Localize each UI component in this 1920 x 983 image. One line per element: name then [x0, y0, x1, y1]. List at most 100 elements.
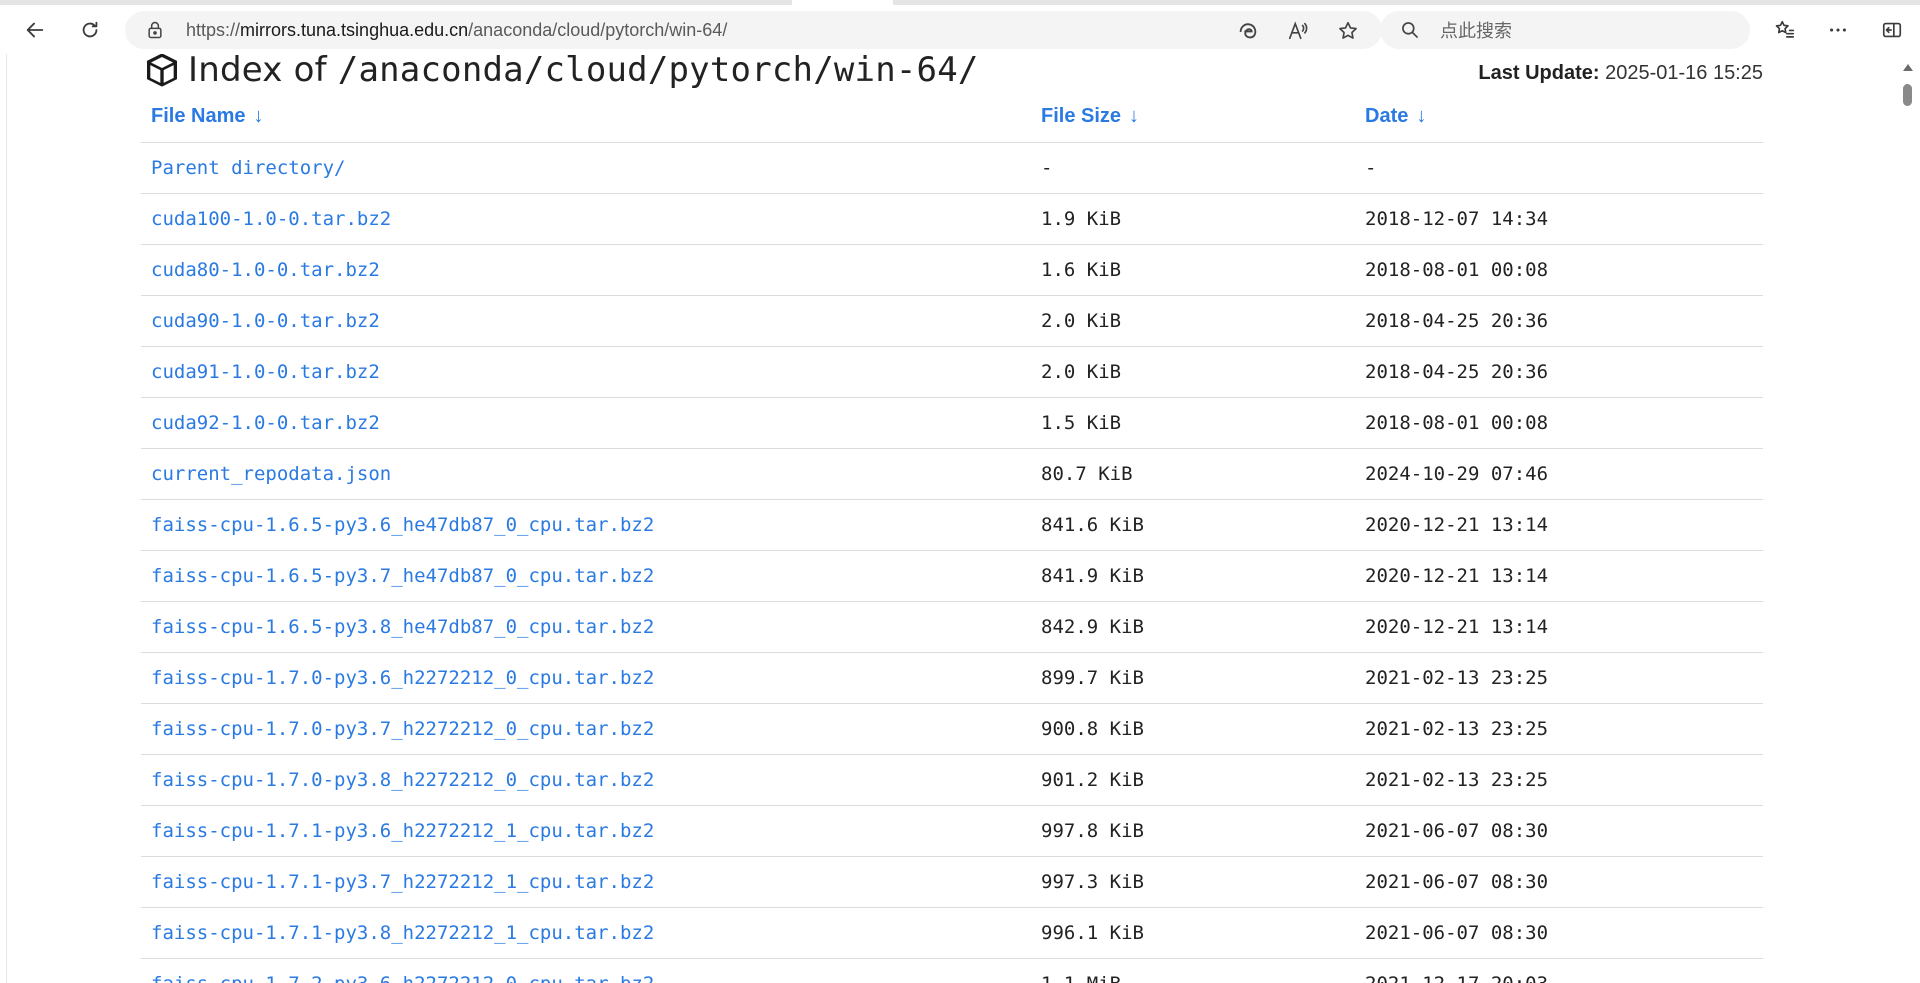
sort-arrow-icon[interactable]: ↓: [1129, 105, 1139, 128]
star-icon[interactable]: [1337, 20, 1359, 42]
file-link[interactable]: cuda80-1.0-0.tar.bz2: [151, 259, 380, 281]
more-button[interactable]: [1820, 12, 1856, 48]
scroll-up-arrow-icon[interactable]: [1903, 64, 1913, 71]
sidebar-toggle-button[interactable]: [1874, 12, 1910, 48]
file-date-cell: 2021-02-13 23:25: [1355, 652, 1763, 704]
table-row: faiss-cpu-1.7.1-py3.7_h2272212_1_cpu.tar…: [141, 856, 1763, 908]
browser-toolbar: https://mirrors.tuna.tsinghua.edu.cn/ana…: [0, 6, 1920, 54]
table-row: faiss-cpu-1.6.5-py3.6_he47db87_0_cpu.tar…: [141, 499, 1763, 551]
file-name-cell: faiss-cpu-1.7.1-py3.6_h2272212_1_cpu.tar…: [141, 805, 1031, 857]
file-date-cell: 2021-06-07 08:30: [1355, 805, 1763, 857]
file-size-cell: 2.0 KiB: [1031, 346, 1355, 398]
file-link[interactable]: cuda91-1.0-0.tar.bz2: [151, 361, 380, 383]
table-header-row: File Name ↓ File Size ↓ Date ↓: [141, 90, 1763, 143]
file-link[interactable]: current_repodata.json: [151, 463, 391, 485]
back-button[interactable]: [17, 12, 53, 48]
file-size-cell: 899.7 KiB: [1031, 652, 1355, 704]
page-title-path: /anaconda/cloud/pytorch/win-64/: [337, 54, 979, 90]
file-link[interactable]: faiss-cpu-1.7.0-py3.6_h2272212_0_cpu.tar…: [151, 667, 654, 689]
file-link[interactable]: faiss-cpu-1.6.5-py3.7_he47db87_0_cpu.tar…: [151, 565, 654, 587]
file-listing-table: File Name ↓ File Size ↓ Date ↓ Parent direc…: [141, 90, 1763, 983]
search-box[interactable]: [1380, 11, 1750, 51]
table-row: cuda91-1.0-0.tar.bz2 2.0 KiB 2018-04-25 20…: [141, 346, 1763, 398]
read-aloud-icon[interactable]: [1287, 20, 1309, 42]
sort-arrow-icon[interactable]: ↓: [1416, 105, 1426, 128]
page-viewport: Index of /anaconda/cloud/pytorch/win-64/…: [6, 54, 1897, 983]
column-header-name[interactable]: File Name ↓: [141, 90, 1031, 143]
table-row: faiss-cpu-1.7.1-py3.6_h2272212_1_cpu.tar…: [141, 805, 1763, 857]
file-link[interactable]: faiss-cpu-1.7.1-py3.7_h2272212_1_cpu.tar…: [151, 871, 654, 893]
column-header-date-label[interactable]: Date: [1365, 105, 1408, 127]
column-header-name-label[interactable]: File Name: [151, 105, 245, 127]
file-link[interactable]: cuda90-1.0-0.tar.bz2: [151, 310, 380, 332]
file-link[interactable]: faiss-cpu-1.6.5-py3.6_he47db87_0_cpu.tar…: [151, 514, 654, 536]
column-header-size[interactable]: File Size ↓: [1031, 90, 1355, 143]
file-link[interactable]: faiss-cpu-1.7.0-py3.8_h2272212_0_cpu.tar…: [151, 769, 654, 791]
file-size-cell: 997.8 KiB: [1031, 805, 1355, 857]
file-size-cell: 1.5 KiB: [1031, 397, 1355, 449]
file-name-cell: faiss-cpu-1.7.0-py3.8_h2272212_0_cpu.tar…: [141, 754, 1031, 806]
file-size-cell: 1.9 KiB: [1031, 193, 1355, 245]
file-date-cell: 2018-08-01 00:08: [1355, 244, 1763, 296]
file-date-cell: 2020-12-21 13:14: [1355, 550, 1763, 602]
vertical-scrollbar[interactable]: [1896, 54, 1920, 983]
file-name-cell: cuda91-1.0-0.tar.bz2: [141, 346, 1031, 398]
table-row: faiss-cpu-1.6.5-py3.8_he47db87_0_cpu.tar…: [141, 601, 1763, 653]
file-link[interactable]: faiss-cpu-1.7.2-py3.6_h2272212_0_cpu.tar…: [151, 973, 654, 983]
table-row: cuda100-1.0-0.tar.bz2 1.9 KiB 2018-12-07 1…: [141, 193, 1763, 245]
file-link[interactable]: cuda92-1.0-0.tar.bz2: [151, 412, 380, 434]
favorites-list-icon: [1775, 20, 1795, 38]
file-name-cell: faiss-cpu-1.7.0-py3.6_h2272212_0_cpu.tar…: [141, 652, 1031, 704]
file-link[interactable]: faiss-cpu-1.7.1-py3.6_h2272212_1_cpu.tar…: [151, 820, 654, 842]
file-date-cell: 2020-12-21 13:14: [1355, 499, 1763, 551]
reload-button[interactable]: [72, 12, 108, 48]
file-date-cell: 2024-10-29 07:46: [1355, 448, 1763, 500]
file-size-cell: -: [1031, 142, 1355, 194]
table-row: faiss-cpu-1.6.5-py3.7_he47db87_0_cpu.tar…: [141, 550, 1763, 602]
favorites-button[interactable]: [1767, 12, 1803, 48]
file-date-cell: -: [1355, 142, 1763, 194]
file-date-cell: 2021-06-07 08:30: [1355, 856, 1763, 908]
table-row: Parent directory/ - -: [141, 142, 1763, 194]
tab-strip-background-right: [893, 0, 1920, 5]
file-link[interactable]: faiss-cpu-1.7.0-py3.7_h2272212_0_cpu.tar…: [151, 718, 654, 740]
more-icon: [1830, 28, 1846, 32]
file-name-cell: Parent directory/: [141, 142, 1031, 194]
file-date-cell: 2020-12-21 13:14: [1355, 601, 1763, 653]
page-title-prefix: Index of: [188, 54, 338, 90]
table-row: faiss-cpu-1.7.0-py3.7_h2272212_0_cpu.tar…: [141, 703, 1763, 755]
file-size-cell: 901.2 KiB: [1031, 754, 1355, 806]
lock-icon[interactable]: [145, 20, 165, 40]
url-text[interactable]: https://mirrors.tuna.tsinghua.edu.cn/ana…: [186, 11, 727, 49]
url-scheme: https://: [186, 20, 241, 40]
table-row: faiss-cpu-1.7.0-py3.8_h2272212_0_cpu.tar…: [141, 754, 1763, 806]
edge-logo-icon[interactable]: [1237, 20, 1259, 42]
file-name-cell: faiss-cpu-1.6.5-py3.7_he47db87_0_cpu.tar…: [141, 550, 1031, 602]
column-header-date[interactable]: Date ↓: [1355, 90, 1763, 143]
sort-arrow-icon[interactable]: ↓: [253, 105, 263, 128]
file-link[interactable]: faiss-cpu-1.7.1-py3.8_h2272212_1_cpu.tar…: [151, 922, 654, 944]
table-row: cuda80-1.0-0.tar.bz2 1.6 KiB 2018-08-01 00…: [141, 244, 1763, 296]
parent-directory-link[interactable]: Parent directory/: [151, 157, 345, 179]
scrollbar-thumb[interactable]: [1903, 84, 1912, 106]
table-row: current_repodata.json 80.7 KiB 2024-10-29 …: [141, 448, 1763, 500]
url-host: mirrors.tuna.tsinghua.edu.cn: [240, 20, 469, 40]
address-bar[interactable]: https://mirrors.tuna.tsinghua.edu.cn/ana…: [125, 11, 1382, 49]
file-name-cell: faiss-cpu-1.6.5-py3.6_he47db87_0_cpu.tar…: [141, 499, 1031, 551]
search-input[interactable]: [1438, 11, 1732, 51]
table-row: faiss-cpu-1.7.0-py3.6_h2272212_0_cpu.tar…: [141, 652, 1763, 704]
file-size-cell: 996.1 KiB: [1031, 907, 1355, 959]
file-name-cell: faiss-cpu-1.6.5-py3.8_he47db87_0_cpu.tar…: [141, 601, 1031, 653]
file-link[interactable]: faiss-cpu-1.6.5-py3.8_he47db87_0_cpu.tar…: [151, 616, 654, 638]
file-size-cell: 1.6 KiB: [1031, 244, 1355, 296]
last-update-label: Last Update:: [1478, 62, 1600, 84]
file-date-cell: 2018-08-01 00:08: [1355, 397, 1763, 449]
column-header-size-label[interactable]: File Size: [1041, 105, 1121, 127]
tab-strip-background-left: [0, 0, 792, 5]
file-name-cell: cuda100-1.0-0.tar.bz2: [141, 193, 1031, 245]
file-link[interactable]: cuda100-1.0-0.tar.bz2: [151, 208, 391, 230]
file-name-cell: cuda90-1.0-0.tar.bz2: [141, 295, 1031, 347]
file-size-cell: 997.3 KiB: [1031, 856, 1355, 908]
file-name-cell: cuda80-1.0-0.tar.bz2: [141, 244, 1031, 296]
file-date-cell: 2021-06-07 08:30: [1355, 907, 1763, 959]
